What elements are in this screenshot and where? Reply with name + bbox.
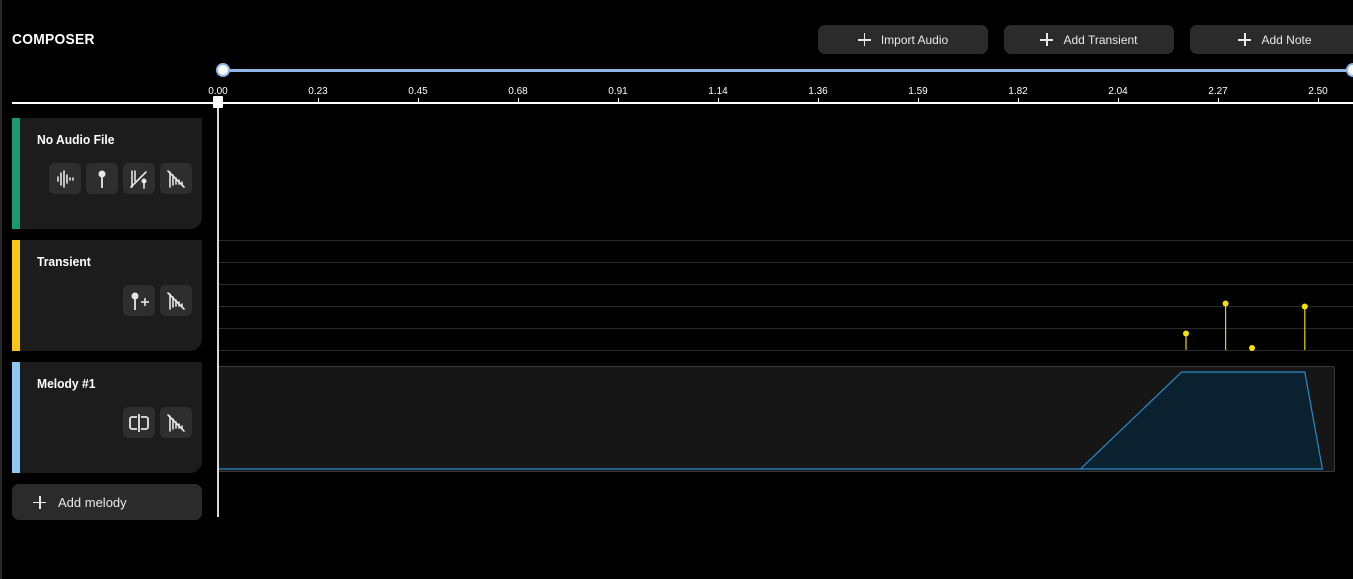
transient-markers[interactable] bbox=[0, 0, 1353, 579]
playhead-handle[interactable] bbox=[213, 96, 223, 108]
playhead-line bbox=[217, 96, 219, 517]
transient-marker[interactable] bbox=[1301, 303, 1308, 310]
transient-marker[interactable] bbox=[1222, 300, 1229, 307]
transient-marker[interactable] bbox=[1249, 345, 1255, 351]
transient-marker[interactable] bbox=[1183, 330, 1189, 337]
melody-region[interactable] bbox=[218, 366, 1335, 472]
